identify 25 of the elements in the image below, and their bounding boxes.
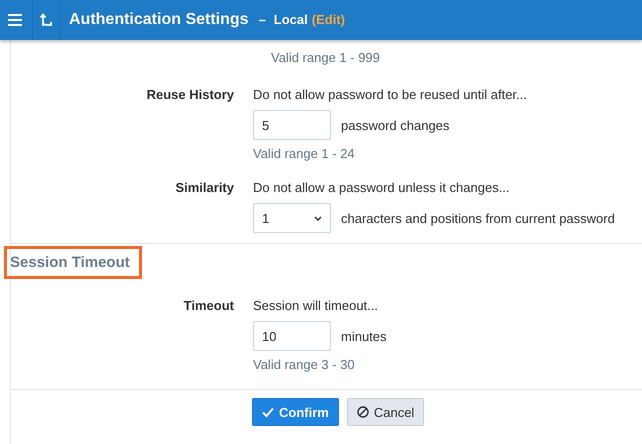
unit-label: password changes <box>341 118 450 132</box>
confirm-button[interactable]: Confirm <box>252 398 339 426</box>
field-label: Timeout <box>184 298 234 313</box>
cancel-button[interactable]: Cancel <box>346 398 424 426</box>
unit-label: characters and positions from current password <box>341 210 615 226</box>
hint-text: Valid range 3 - 30 <box>253 357 355 372</box>
prohibited-icon <box>356 406 369 418</box>
description-text: Do not allow a password unless it changes... <box>253 180 510 195</box>
page-title: Authentication Settings <box>69 11 249 29</box>
unit-label: minutes <box>341 328 387 344</box>
hint-text: Valid range 1 - 24 <box>253 146 355 161</box>
chevron-down-icon <box>314 216 322 220</box>
mode-label: (Edit) <box>312 12 345 27</box>
description-text: Session will timeout... <box>253 298 378 313</box>
input-field[interactable]: 10 <box>253 321 331 351</box>
input-field[interactable]: 5 <box>253 110 331 140</box>
title-separator: – <box>258 12 266 27</box>
hint-text: Valid range 1 - 999 <box>271 50 380 65</box>
scope-label: Local <box>274 12 308 27</box>
field-label: Similarity <box>175 180 234 195</box>
field-label: Reuse History <box>146 87 234 102</box>
description-text: Do not allow password to be reused until after... <box>253 87 527 102</box>
dropdown[interactable]: 1 <box>253 203 331 233</box>
checkmark-icon <box>262 406 274 418</box>
section-heading: Session Timeout <box>4 246 142 279</box>
